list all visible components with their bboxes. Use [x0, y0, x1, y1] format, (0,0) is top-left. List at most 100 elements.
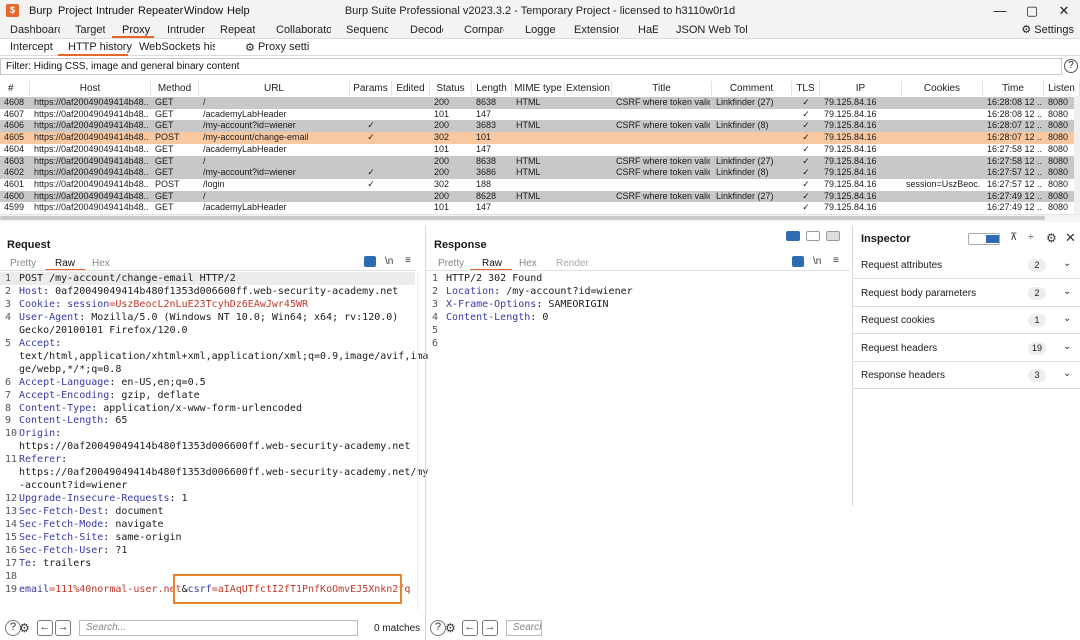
column-header-host[interactable]: Host [30, 81, 151, 96]
response-help-icon[interactable]: ? [430, 620, 446, 636]
tab-logger[interactable]: Logger [525, 24, 555, 39]
menu-project[interactable]: Project [58, 5, 92, 17]
tab-comparer[interactable]: Comparer [464, 24, 504, 39]
response-tab-render[interactable]: Render [556, 258, 589, 269]
column-header-params[interactable]: Params [350, 81, 392, 96]
table-vertical-scrollbar[interactable] [1074, 96, 1080, 216]
column-header-title[interactable]: Title [612, 81, 712, 96]
sort-icon[interactable]: ⊼ [1010, 232, 1017, 243]
newline-toggle-icon[interactable]: \n [385, 256, 393, 267]
tab-intruder[interactable]: Intruder [167, 24, 205, 39]
column-header-listen[interactable]: Listen [1044, 81, 1080, 96]
response-newline-toggle-icon[interactable]: \n [813, 256, 821, 267]
response-actions-icon[interactable] [792, 256, 804, 267]
request-tab-pretty[interactable]: Pretty [10, 258, 36, 269]
layout-stacked-icon[interactable] [806, 231, 820, 241]
line-number: 19 [5, 583, 18, 595]
request-response-divider[interactable] [425, 226, 426, 640]
inspector-section[interactable]: Request cookies 1 ⌄ [852, 307, 1080, 334]
request-tab-hex[interactable]: Hex [92, 258, 110, 269]
column-header-status[interactable]: Status [430, 81, 472, 96]
column-header-ip[interactable]: IP [820, 81, 902, 96]
column-header-cookies[interactable]: Cookies [902, 81, 983, 96]
chevron-down-icon[interactable]: ⌄ [1063, 341, 1071, 352]
menu-icon[interactable]: ≡ [405, 255, 411, 266]
tab-repeater[interactable]: Repeater [220, 24, 255, 39]
column-header-comment[interactable]: Comment [712, 81, 792, 96]
settings-button[interactable]: ⚙ Settings [1021, 23, 1074, 36]
next-match-button[interactable]: → [55, 620, 71, 636]
table-row[interactable]: 4600 https://0af20049049414b48... GET / 200 8… [0, 190, 1074, 203]
column-header-extension[interactable]: Extension [565, 81, 612, 96]
table-row[interactable]: 4608 https://0af20049049414b48... GET / 200 8… [0, 97, 1074, 109]
column-header-method[interactable]: Method [151, 81, 199, 96]
chevron-down-icon[interactable]: ⌄ [1063, 286, 1071, 297]
response-search-settings-gear-icon[interactable]: ⚙ [445, 621, 456, 635]
filter-bar[interactable]: Filter: Hiding CSS, image and general bi… [0, 58, 1062, 75]
layout-side-by-side-icon[interactable] [786, 231, 800, 241]
chevron-down-icon[interactable]: ⌄ [1063, 368, 1071, 379]
inspector-section[interactable]: Request headers 19 ⌄ [852, 335, 1080, 362]
inspector-layout-toggle[interactable] [968, 233, 1000, 245]
tab-json-web-tokens[interactable]: JSON Web Tokens [676, 24, 747, 39]
inspector-section[interactable]: Request attributes 2 ⌄ [852, 252, 1080, 279]
request-scrollbar[interactable] [417, 272, 418, 610]
chevron-down-icon[interactable]: ⌄ [1063, 313, 1071, 324]
tab-sequencer[interactable]: Sequencer [346, 24, 388, 39]
tab-http-history[interactable]: HTTP history [68, 41, 132, 53]
chevron-down-icon[interactable]: ⌄ [1063, 258, 1071, 269]
split-icon[interactable]: ÷ [1028, 232, 1034, 243]
table-row[interactable]: 4604 https://0af20049049414b48... GET/acad… [0, 143, 1074, 156]
table-row[interactable]: 4606 https://0af20049049414b48... GET/my-a… [0, 120, 1074, 132]
response-tab-raw[interactable]: Raw [482, 258, 502, 269]
column-header-tls[interactable]: TLS [792, 81, 820, 96]
column-header-url[interactable]: URL [199, 81, 350, 96]
column-header-time[interactable]: Time [983, 81, 1044, 96]
tab-collaborator[interactable]: Collaborator [276, 24, 331, 39]
layout-single-icon[interactable] [826, 231, 840, 241]
menu-help[interactable]: Help [227, 5, 250, 17]
close-button[interactable]: ✕ [1049, 1, 1079, 21]
column-header-num[interactable]: # [0, 81, 30, 96]
response-tab-pretty[interactable]: Pretty [438, 258, 464, 269]
column-header-mime[interactable]: MIME type [512, 81, 565, 96]
tab-dashboard[interactable]: Dashboard [10, 24, 60, 39]
request-search-input[interactable]: Search... [79, 620, 358, 636]
inspector-close-icon[interactable]: ✕ [1065, 230, 1076, 246]
tab-extensions[interactable]: Extensions [574, 24, 619, 39]
inspector-settings-gear-icon[interactable]: ⚙ [1046, 231, 1057, 245]
response-previous-match-button[interactable]: ← [462, 620, 478, 636]
column-header-edited[interactable]: Edited [392, 81, 430, 96]
tab-intercept[interactable]: Intercept [10, 41, 53, 53]
response-next-match-button[interactable]: → [482, 620, 498, 636]
scrollbar-thumb[interactable] [0, 216, 1045, 220]
response-menu-icon[interactable]: ≡ [833, 255, 839, 266]
tab-decoder[interactable]: Decoder [410, 24, 443, 39]
minimize-button[interactable]: — [985, 1, 1015, 21]
tab-proxy-settings[interactable]: ⚙ Proxy settings [245, 41, 310, 54]
menu-intruder[interactable]: Intruder [96, 5, 134, 17]
table-row[interactable]: 4605 https://0af20049049414b48... POST/my-… [0, 132, 1074, 144]
response-tab-hex[interactable]: Hex [519, 258, 537, 269]
inspector-section[interactable]: Response headers 3 ⌄ [852, 362, 1080, 389]
menu-repeater[interactable]: Repeater [138, 5, 183, 17]
maximize-button[interactable]: ▢ [1017, 1, 1047, 21]
tab-target[interactable]: Target [75, 24, 105, 39]
tab-hae[interactable]: HaE [638, 24, 658, 39]
response-search-input[interactable]: Search... [506, 620, 542, 636]
menu-window[interactable]: Window [184, 5, 223, 17]
tab-websockets-history[interactable]: WebSockets history [139, 41, 215, 53]
table-row[interactable]: 4603 https://0af20049049414b48... GET / 200 8… [0, 155, 1074, 167]
previous-match-button[interactable]: ← [37, 620, 53, 636]
inspector-section[interactable]: Request body parameters 2 ⌄ [852, 280, 1080, 307]
table-row[interactable]: 4602 https://0af20049049414b48... GET/my-a… [0, 167, 1074, 179]
request-tab-raw[interactable]: Raw [55, 258, 75, 269]
help-icon[interactable]: ? [1064, 59, 1078, 73]
table-row[interactable]: 4601 https://0af20049049414b48... POST/log… [0, 178, 1074, 191]
search-settings-gear-icon[interactable]: ⚙ [19, 621, 30, 635]
table-row[interactable]: 4599 https://0af20049049414b48... GET/acad… [0, 202, 1074, 214]
table-row[interactable]: 4607 https://0af20049049414b48... GET/acad… [0, 108, 1074, 121]
message-actions-icon[interactable] [364, 256, 376, 267]
menu-burp[interactable]: Burp [29, 5, 52, 17]
column-header-length[interactable]: Length [472, 81, 512, 96]
